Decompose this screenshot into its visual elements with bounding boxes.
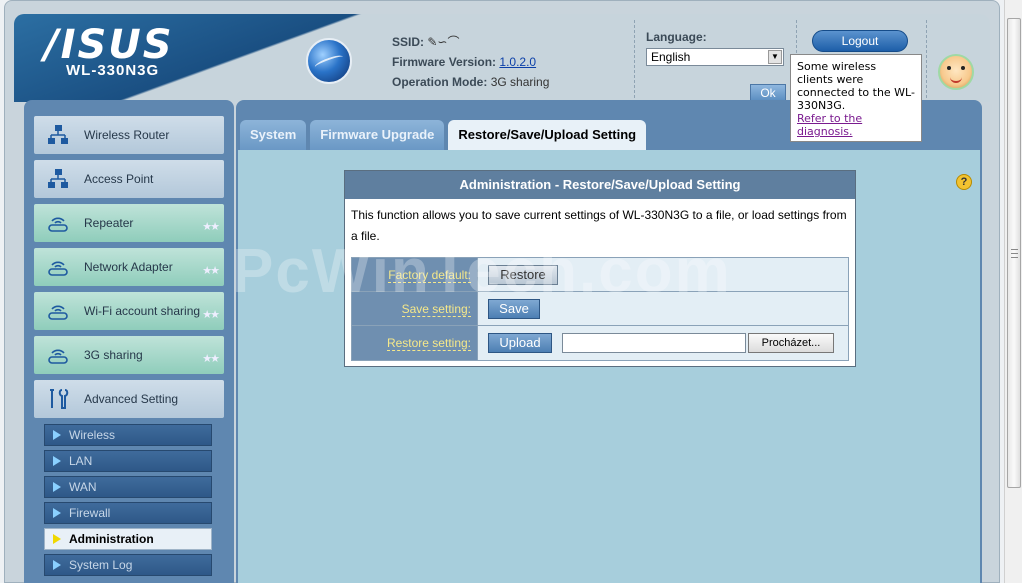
tab-firmware-upgrade[interactable]: Firmware Upgrade xyxy=(310,120,445,150)
language-box: Language: English ▼ Ok xyxy=(646,30,786,102)
sidebar-item-label: Advanced Setting xyxy=(84,392,179,406)
tab-system[interactable]: System xyxy=(240,120,307,150)
sidebar-subitem-wan[interactable]: WAN xyxy=(44,476,212,498)
subitem-label: Firewall xyxy=(69,506,111,520)
arrow-right-icon xyxy=(53,534,61,544)
tools-icon xyxy=(50,389,69,409)
settings-card: Administration - Restore/Save/Upload Set… xyxy=(344,170,856,367)
sidebar-item-label: Wireless Router xyxy=(84,128,170,142)
subitem-label: Administration xyxy=(69,532,154,546)
arrow-right-icon xyxy=(53,560,61,570)
card-title: Administration - Restore/Save/Upload Set… xyxy=(345,171,855,199)
wifi-device-icon xyxy=(48,305,68,320)
tab-bar: System Firmware Upgrade Restore/Save/Upl… xyxy=(240,120,650,150)
diagnosis-link[interactable]: Refer to the diagnosis. xyxy=(797,112,862,138)
row-label: Save setting: xyxy=(352,292,478,325)
subitem-label: Wireless xyxy=(69,428,116,442)
sidebar: Wireless Router Access Point Repeater ★★… xyxy=(24,100,234,583)
sidebar-item-3g-sharing[interactable]: 3G sharing ★★ xyxy=(34,336,224,374)
ssid-label: SSID: xyxy=(392,35,425,49)
settings-form: Factory default: Restore Save setting: S… xyxy=(351,257,849,361)
form-row-save-setting: Save setting: Save xyxy=(352,292,848,326)
factory-default-label: Factory default: xyxy=(388,268,471,283)
sidebar-item-network-adapter[interactable]: Network Adapter ★★ xyxy=(34,248,224,286)
help-icon[interactable]: ? xyxy=(956,174,972,190)
firmware-label: Firmware Version: xyxy=(392,55,497,69)
save-setting-label: Save setting: xyxy=(401,302,471,317)
language-select[interactable]: English ▼ xyxy=(646,48,784,66)
sidebar-item-repeater[interactable]: Repeater ★★ xyxy=(34,204,224,242)
main-area: System Firmware Upgrade Restore/Save/Upl… xyxy=(236,100,982,583)
opmode-label: Operation Mode: xyxy=(392,75,488,89)
row-value: Save xyxy=(478,292,848,325)
grip-icon xyxy=(1011,249,1018,258)
sidebar-subitem-administration[interactable]: Administration xyxy=(44,528,212,550)
sidebar-item-label: Wi-Fi account sharing xyxy=(84,304,201,318)
diagnosis-avatar-icon[interactable] xyxy=(938,54,974,90)
sidebar-item-access-point[interactable]: Access Point xyxy=(34,160,224,198)
wifi-device-icon xyxy=(48,349,68,364)
content-panel: ? Administration - Restore/Save/Upload S… xyxy=(238,150,980,583)
device-info: SSID: ✎∽⌒ Firmware Version: 1.0.2.0 Oper… xyxy=(392,32,549,92)
divider xyxy=(634,20,635,98)
arrow-right-icon xyxy=(53,430,61,440)
form-row-factory-default: Factory default: Restore xyxy=(352,258,848,292)
sidebar-item-label: Network Adapter xyxy=(84,260,173,274)
restore-button[interactable]: Restore xyxy=(488,265,558,285)
sidebar-subitem-lan[interactable]: LAN xyxy=(44,450,212,472)
restore-setting-label: Restore setting: xyxy=(386,336,471,351)
save-button[interactable]: Save xyxy=(488,299,540,319)
row-label: Factory default: xyxy=(352,258,478,291)
sidebar-item-label: 3G sharing xyxy=(84,348,143,362)
file-input[interactable] xyxy=(562,333,746,353)
subitem-label: LAN xyxy=(69,454,93,468)
globe-icon xyxy=(306,38,352,84)
divider xyxy=(926,20,927,98)
sidebar-item-label: Repeater xyxy=(84,216,134,230)
sidebar-item-wireless-router[interactable]: Wireless Router xyxy=(34,116,224,154)
upload-button[interactable]: Upload xyxy=(488,333,552,353)
star-icon: ★★ xyxy=(202,265,220,277)
form-row-restore-setting: Restore setting: Upload Procházet... xyxy=(352,326,848,360)
model-name: WL-330N3G xyxy=(66,62,160,79)
arrow-right-icon xyxy=(53,456,61,466)
wifi-device-icon xyxy=(48,217,68,232)
arrow-right-icon xyxy=(53,482,61,492)
wifi-device-icon xyxy=(48,261,68,276)
sidebar-item-label: Access Point xyxy=(84,172,154,186)
opmode-value: 3G sharing xyxy=(490,75,550,89)
chevron-down-icon[interactable]: ▼ xyxy=(768,50,782,64)
row-value: Upload Procházet... xyxy=(478,326,848,360)
language-label: Language: xyxy=(646,30,707,44)
ssid-value: ✎∽⌒ xyxy=(427,35,460,49)
card-description: This function allows you to save current… xyxy=(351,208,847,243)
firmware-version-link[interactable]: 1.0.2.0 xyxy=(499,55,536,69)
scrollbar-thumb[interactable] xyxy=(1007,18,1021,488)
subitem-label: System Log xyxy=(69,558,133,572)
language-value: English xyxy=(651,50,691,64)
sidebar-subitem-wireless[interactable]: Wireless xyxy=(44,424,212,446)
tab-restore-save-upload[interactable]: Restore/Save/Upload Setting xyxy=(448,120,647,150)
star-icon: ★★ xyxy=(202,309,220,321)
row-value: Restore xyxy=(478,258,848,291)
sidebar-subitem-system-log[interactable]: System Log xyxy=(44,554,212,576)
subitem-label: WAN xyxy=(69,480,97,494)
row-label: Restore setting: xyxy=(352,326,478,360)
sidebar-subitem-firewall[interactable]: Firewall xyxy=(44,502,212,524)
sidebar-item-wifi-account-sharing[interactable]: Wi-Fi account sharing ★★ xyxy=(34,292,224,330)
scrollbar[interactable] xyxy=(1004,0,1022,583)
logout-button[interactable]: Logout xyxy=(812,30,908,52)
diagnosis-tooltip: Some wireless clients were connected to … xyxy=(790,54,922,142)
sidebar-item-advanced-setting[interactable]: Advanced Setting xyxy=(34,380,224,418)
tooltip-text: Some wireless clients were connected to … xyxy=(797,60,915,112)
browse-button[interactable]: Procházet... xyxy=(748,333,834,353)
network-icon xyxy=(48,169,68,188)
star-icon: ★★ xyxy=(202,221,220,233)
star-icon: ★★ xyxy=(202,353,220,365)
network-icon xyxy=(48,125,68,144)
arrow-right-icon xyxy=(53,508,61,518)
